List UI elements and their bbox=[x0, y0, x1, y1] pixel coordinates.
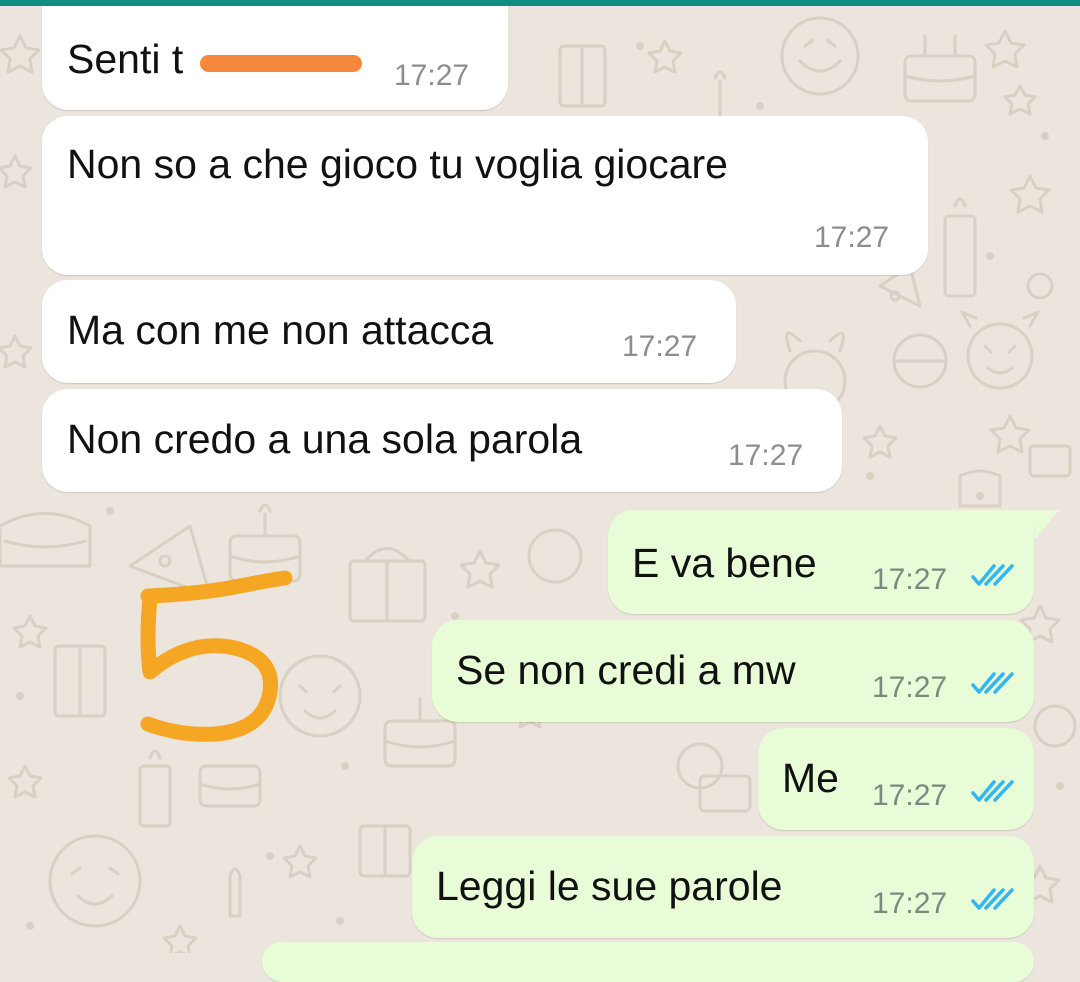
message-timestamp: 17:27 bbox=[394, 59, 470, 92]
message-text: Non so a che gioco tu voglia giocare bbox=[67, 141, 728, 187]
incoming-message-bubble[interactable]: Non so a che gioco tu voglia giocare 17:… bbox=[42, 116, 928, 275]
message-timestamp: 17:27 bbox=[872, 671, 948, 704]
message-text: Se non credi a mw bbox=[456, 647, 796, 693]
message-text: Me bbox=[782, 755, 839, 801]
incoming-message-bubble[interactable]: Ma con me non attacca 17:27 bbox=[42, 280, 736, 383]
message-timestamp: 17:27 bbox=[622, 330, 698, 363]
message-timestamp: 17:27 bbox=[872, 779, 948, 812]
message-text: Senti t bbox=[67, 36, 184, 82]
message-timestamp: 17:27 bbox=[728, 439, 804, 472]
outgoing-message-bubble[interactable]: Leggi le sue parole 17:27 bbox=[412, 836, 1034, 938]
message-timestamp: 17:27 bbox=[814, 221, 890, 254]
message-text: Leggi le sue parole bbox=[436, 863, 783, 909]
message-timestamp: 17:27 bbox=[872, 887, 948, 920]
redaction-mark bbox=[200, 55, 362, 72]
outgoing-message-bubble[interactable]: Se non credi a mw 17:27 bbox=[432, 620, 1034, 722]
incoming-message-bubble[interactable]: Non credo a una sola parola 17:27 bbox=[42, 389, 842, 492]
double-check-icon bbox=[971, 780, 1014, 802]
message-timestamp: 17:27 bbox=[872, 563, 948, 596]
message-text: Non credo a una sola parola bbox=[67, 416, 583, 462]
handwritten-annotation-5 bbox=[140, 570, 293, 742]
outgoing-message-bubble[interactable]: Me 17:27 bbox=[758, 728, 1034, 830]
double-check-icon bbox=[971, 888, 1014, 910]
double-check-icon bbox=[971, 564, 1014, 586]
message-text: Ma con me non attacca bbox=[67, 307, 494, 353]
double-check-icon bbox=[971, 672, 1014, 694]
outgoing-message-bubble[interactable]: E va bene 17:27 bbox=[608, 510, 1034, 614]
message-text: E va bene bbox=[632, 540, 817, 586]
outgoing-message-bubble-partial[interactable] bbox=[262, 942, 1034, 982]
